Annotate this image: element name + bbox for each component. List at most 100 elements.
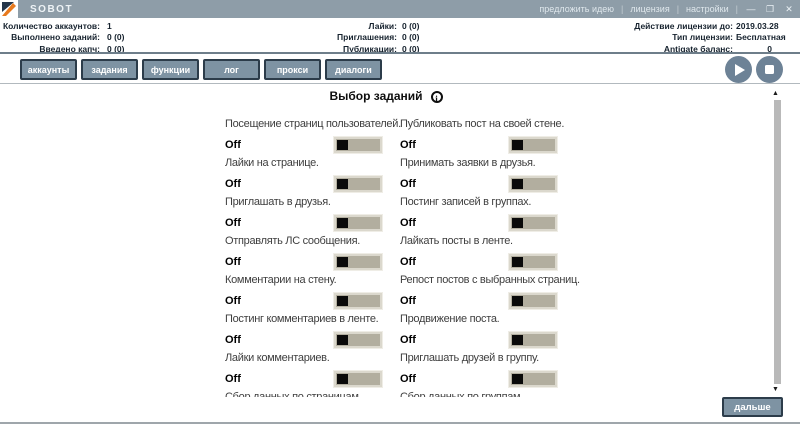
- toggle-row: Off: [400, 137, 557, 153]
- toggle-knob: [512, 335, 523, 345]
- toggle-state-label: Off: [400, 373, 416, 385]
- task-row: Посещение страниц пользователей. Off: [225, 118, 382, 157]
- toggle-row: Off: [225, 371, 382, 387]
- scroll-down-icon[interactable]: ▼: [772, 386, 779, 393]
- toggle-state-label: Off: [225, 295, 241, 307]
- toggle-switch[interactable]: [509, 215, 557, 231]
- stat-value: Бесплатная: [736, 32, 772, 42]
- toggle-switch[interactable]: [509, 137, 557, 153]
- stats-accounts-group: Количество аккаунтов: 1 Выполнено задани…: [0, 20, 124, 55]
- task-label: Постинг записей в группах.: [400, 196, 557, 208]
- tab-dialogs[interactable]: диалоги: [325, 59, 382, 80]
- toggle-knob: [512, 218, 523, 228]
- toggle-switch[interactable]: [509, 332, 557, 348]
- next-button[interactable]: дальше: [722, 397, 783, 417]
- stat-value: 0 (0): [107, 32, 124, 42]
- tab-bar: аккаунты задания функции лог прокси диал…: [20, 59, 382, 80]
- page-title: Выбор заданийi: [0, 89, 772, 103]
- toggle-state-label: Off: [225, 334, 241, 346]
- close-icon[interactable]: ✕: [783, 4, 795, 15]
- stat-row: Приглашения: 0 (0): [200, 32, 419, 44]
- toggle-row: Off: [400, 254, 557, 270]
- stat-label: Приглашения:: [200, 32, 397, 42]
- scrollbar-thumb[interactable]: [774, 100, 781, 384]
- menu-separator: |: [621, 4, 623, 14]
- toggle-row: Off: [225, 332, 382, 348]
- toggle-state-label: Off: [225, 139, 241, 151]
- task-label-clipped: Сбор данных по страницам.: [225, 391, 382, 397]
- stop-button[interactable]: [756, 56, 783, 83]
- task-label: Лайкать посты в ленте.: [400, 235, 557, 247]
- tab-tasks[interactable]: задания: [81, 59, 138, 80]
- tab-log[interactable]: лог: [203, 59, 260, 80]
- toggle-row: Off: [225, 215, 382, 231]
- task-label: Репост постов с выбранных страниц.: [400, 274, 557, 286]
- toggle-row: Off: [400, 332, 557, 348]
- stop-icon: [765, 65, 774, 74]
- menu-settings[interactable]: настройки: [686, 4, 729, 14]
- menu-license[interactable]: лицензия: [630, 4, 669, 14]
- app-title: SOBOT: [30, 4, 73, 15]
- stat-value: 2019.03.28: [736, 21, 772, 31]
- toggle-switch[interactable]: [334, 176, 382, 192]
- stat-value: 0 (0): [402, 21, 419, 31]
- stat-label: Тип лицензии:: [560, 32, 733, 42]
- stat-row: Выполнено заданий: 0 (0): [0, 32, 124, 44]
- tab-functions[interactable]: функции: [142, 59, 199, 80]
- task-label: Принимать заявки в друзья.: [400, 157, 557, 169]
- toggle-row: Off: [400, 215, 557, 231]
- toggle-switch[interactable]: [334, 137, 382, 153]
- task-label-clipped: Сбор данных по группам.: [400, 391, 557, 397]
- stats-activity-group: Лайки: 0 (0) Приглашения: 0 (0) Публикац…: [200, 20, 419, 55]
- toggle-knob: [337, 179, 348, 189]
- toggle-row: Off: [400, 293, 557, 309]
- app-logo: [0, 0, 18, 18]
- task-row: Постинг комментариев в ленте. Off: [225, 313, 382, 352]
- titlebar-menu: предложить идею | лицензия | настройки |…: [539, 0, 795, 18]
- toggle-state-label: Off: [400, 139, 416, 151]
- toggle-switch[interactable]: [334, 215, 382, 231]
- toggle-state-label: Off: [400, 256, 416, 268]
- stat-label: Выполнено заданий:: [0, 32, 100, 42]
- toggle-switch[interactable]: [509, 254, 557, 270]
- stat-row: Количество аккаунтов: 1: [0, 20, 124, 32]
- toggle-switch[interactable]: [509, 293, 557, 309]
- toggle-switch[interactable]: [334, 254, 382, 270]
- start-button[interactable]: [725, 56, 752, 83]
- toggle-switch[interactable]: [334, 293, 382, 309]
- maximize-icon[interactable]: ❐: [764, 4, 776, 15]
- task-label: Публиковать пост на своей стене.: [400, 118, 557, 130]
- toggle-knob: [337, 140, 348, 150]
- toggle-knob: [512, 257, 523, 267]
- tab-proxy[interactable]: прокси: [264, 59, 321, 80]
- toolbar-separator: [0, 83, 800, 84]
- task-label: Приглашать друзей в группу.: [400, 352, 557, 364]
- stat-label: Лайки:: [200, 21, 397, 31]
- toggle-switch[interactable]: [334, 371, 382, 387]
- toggle-switch[interactable]: [509, 371, 557, 387]
- stats-separator: [0, 52, 800, 54]
- stat-value: 1: [107, 21, 112, 31]
- task-row: Приглашать в друзья. Off: [225, 196, 382, 235]
- toggle-knob: [512, 296, 523, 306]
- info-icon[interactable]: i: [431, 91, 443, 103]
- task-row: Комментарии на стену. Off: [225, 274, 382, 313]
- task-column-left: Посещение страниц пользователей. Off Лай…: [225, 118, 382, 397]
- play-icon: [735, 64, 745, 76]
- stat-value: 0 (0): [402, 32, 419, 42]
- tab-accounts[interactable]: аккаунты: [20, 59, 77, 80]
- task-label: Приглашать в друзья.: [225, 196, 382, 208]
- run-controls: [725, 56, 783, 83]
- minimize-icon[interactable]: —: [745, 4, 757, 14]
- toggle-state-label: Off: [400, 178, 416, 190]
- toggle-switch[interactable]: [509, 176, 557, 192]
- toggle-state-label: Off: [400, 217, 416, 229]
- stat-label: Действие лицензии до:: [560, 21, 733, 31]
- toggle-switch[interactable]: [334, 332, 382, 348]
- toggle-state-label: Off: [225, 256, 241, 268]
- menu-suggest-idea[interactable]: предложить идею: [539, 4, 614, 14]
- scroll-up-icon[interactable]: ▲: [772, 90, 779, 97]
- task-row: Публиковать пост на своей стене. Off: [400, 118, 557, 157]
- toggle-knob: [512, 140, 523, 150]
- task-label: Отправлять ЛС сообщения.: [225, 235, 382, 247]
